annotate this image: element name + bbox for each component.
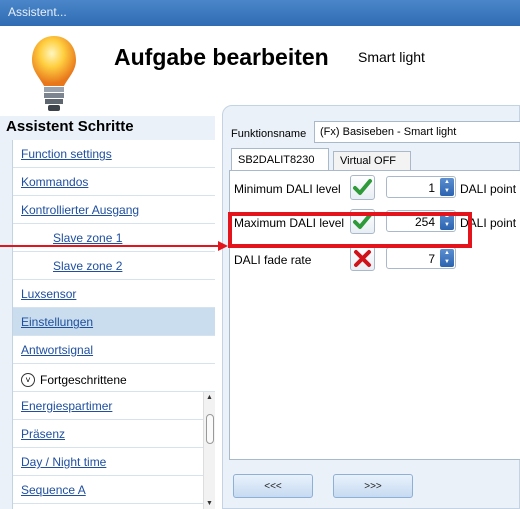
chevron-down-icon: ˅ — [21, 373, 35, 387]
sidebar-item-slave-zone-2[interactable]: Slave zone 2 — [13, 252, 215, 280]
value-field[interactable]: 1 — [428, 181, 435, 195]
sidebar-item-luxsensor[interactable]: Luxsensor — [13, 280, 215, 308]
scroll-down-icon[interactable]: ▼ — [206, 500, 213, 507]
spin-icon[interactable]: ▲ ▼ — [440, 178, 454, 196]
window-titlebar: Assistent... — [0, 0, 520, 26]
function-name-select[interactable]: (Fx) Basiseben - Smart light — [314, 121, 520, 143]
sidebar-scrollbar[interactable]: ▲ ▼ — [203, 392, 215, 509]
page-subtitle: Smart light — [358, 49, 425, 65]
unit-label: DALI point — [460, 182, 517, 196]
value-stepper[interactable]: 7 ▲ ▼ — [386, 247, 456, 269]
sidebar-title: Assistent Schritte — [6, 118, 134, 135]
sidebar-list: Function settings Kommandos Kontrolliert… — [12, 140, 215, 509]
arrow-icon — [0, 241, 228, 251]
row-label: DALI fade rate — [234, 253, 312, 267]
header: Aufgabe bearbeiten Smart light — [0, 26, 520, 116]
enable-toggle[interactable] — [350, 246, 375, 271]
row-label: Minimum DALI level — [234, 182, 341, 196]
sidebar-item-function-settings[interactable]: Function settings — [13, 140, 215, 168]
function-name-label: Funktionsname — [231, 128, 307, 140]
cross-icon — [354, 250, 371, 267]
page-title: Aufgabe bearbeiten — [114, 44, 329, 70]
tab-virtual-off[interactable]: Virtual OFF — [333, 151, 411, 170]
spin-icon[interactable]: ▲ ▼ — [440, 249, 454, 267]
highlight-box — [228, 212, 472, 248]
value-field[interactable]: 7 — [428, 252, 435, 266]
enable-toggle[interactable] — [350, 175, 375, 200]
sidebar-item-sequence-a[interactable]: Sequence A — [13, 476, 215, 504]
scrollbar-thumb[interactable] — [206, 414, 214, 444]
sidebar-item-day-night-time[interactable]: Day / Night time — [13, 448, 215, 476]
scroll-up-icon[interactable]: ▲ — [206, 394, 213, 401]
bulb-icon — [32, 36, 76, 111]
previous-button[interactable]: <<< — [233, 474, 313, 498]
sidebar-item-kontrollierter-ausgang[interactable]: Kontrollierter Ausgang — [13, 196, 215, 224]
sidebar-item-kommandos[interactable]: Kommandos — [13, 168, 215, 196]
sidebar-item-antwortsignal[interactable]: Antwortsignal — [13, 336, 215, 364]
sidebar-item-energiespartimer[interactable]: Energiespartimer — [13, 392, 215, 420]
sidebar: Assistent Schritte Function settings Kom… — [0, 116, 215, 509]
window-title: Assistent... — [8, 5, 67, 19]
settings-panel: Funktionsname (Fx) Basiseben - Smart lig… — [222, 105, 520, 509]
sidebar-item-fortgeschrittene[interactable]: ˅ Fortgeschrittene — [13, 364, 215, 392]
sidebar-item-label: Fortgeschrittene — [40, 373, 127, 387]
sidebar-item-einstellungen[interactable]: Einstellungen — [13, 308, 215, 336]
value-stepper[interactable]: 1 ▲ ▼ — [386, 176, 456, 198]
sidebar-item-praesenz[interactable]: Präsenz — [13, 420, 215, 448]
row-dali-fade-rate: DALI fade rate 7 ▲ ▼ — [230, 246, 520, 272]
row-minimum-dali-level: Minimum DALI level 1 ▲ ▼ DALI point — [230, 175, 520, 201]
tab-sb2dalit8230[interactable]: SB2DALIT8230 — [231, 148, 329, 171]
next-button[interactable]: >>> — [333, 474, 413, 498]
check-icon — [353, 179, 372, 195]
